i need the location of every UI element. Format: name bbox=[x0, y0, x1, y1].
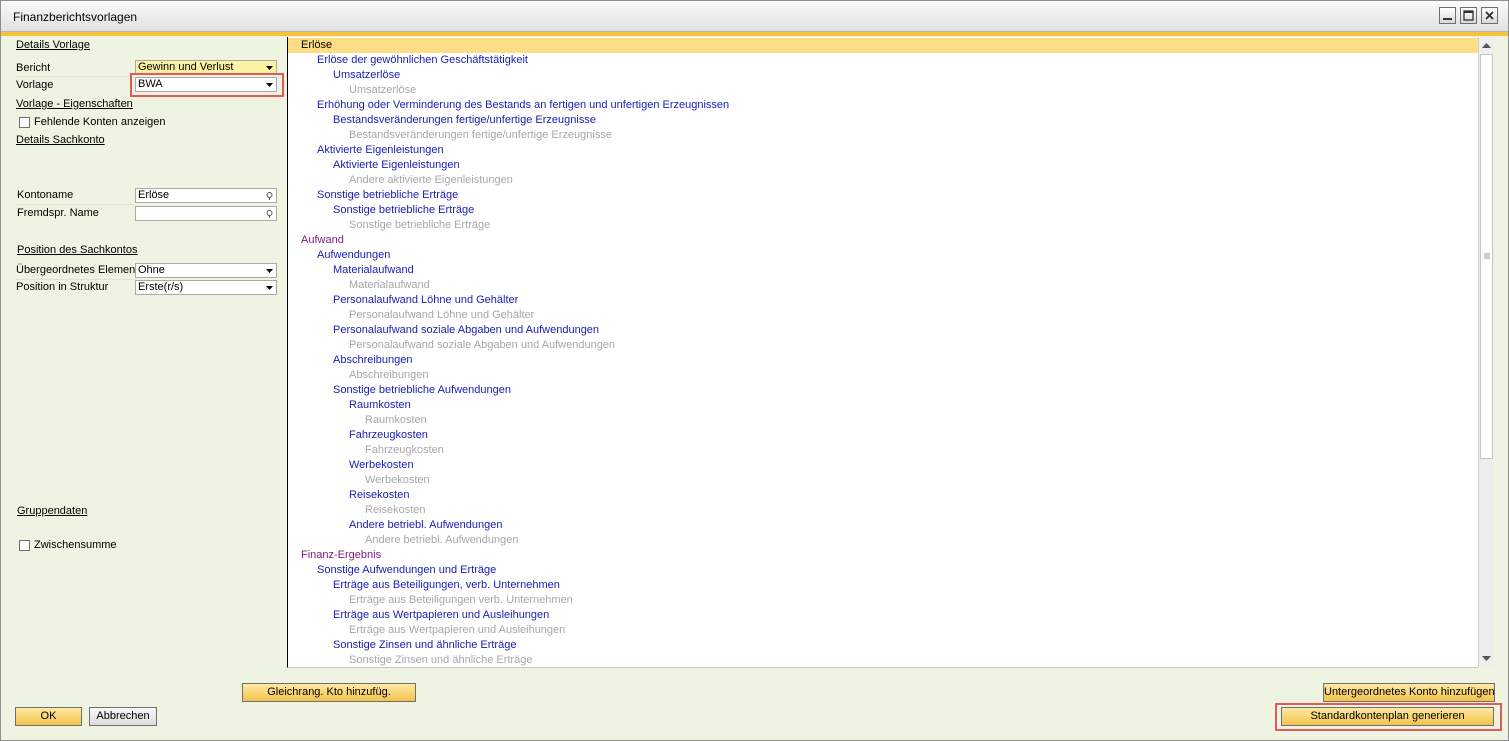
standardkontenplan-highlight-box bbox=[1275, 703, 1502, 731]
fehlende-konten-checkbox[interactable] bbox=[19, 117, 30, 128]
tree-node[interactable]: Reisekosten bbox=[349, 488, 410, 503]
tree-node[interactable]: Erlöse der gewöhnlichen Geschäftstätigke… bbox=[317, 53, 528, 68]
tree-node[interactable]: Finanz-Ergebnis bbox=[301, 548, 381, 563]
account-tree[interactable]: Erlöse Erlöse der gewöhnlichen Geschäftst… bbox=[287, 37, 1478, 668]
close-button[interactable] bbox=[1481, 7, 1498, 24]
position-sachkontos-heading[interactable]: Position des Sachkontos bbox=[17, 244, 137, 256]
tree-node[interactable]: Erhöhung oder Verminderung des Bestands … bbox=[317, 98, 729, 113]
close-icon bbox=[1485, 11, 1494, 20]
maximize-icon bbox=[1463, 10, 1474, 21]
bericht-label: Bericht bbox=[16, 62, 51, 74]
scrollbar-thumb[interactable] bbox=[1480, 54, 1493, 459]
tree-node[interactable]: Sonstige betriebliche Erträge bbox=[349, 218, 490, 233]
ok-button[interactable]: OK bbox=[15, 707, 82, 726]
tree-node[interactable]: Fahrzeugkosten bbox=[365, 443, 444, 458]
minimize-icon bbox=[1443, 18, 1452, 20]
tree-node[interactable]: Umsatzerlöse bbox=[349, 83, 416, 98]
tree-node[interactable]: Personalaufwand Löhne und Gehälter bbox=[333, 293, 518, 308]
tree-node[interactable]: Erträge aus Beteiligungen, verb. Unterne… bbox=[333, 578, 560, 593]
zwischensumme-label: Zwischensumme bbox=[34, 539, 117, 551]
tree-node[interactable]: Sonstige Zinsen und ähnliche Erträge bbox=[333, 638, 516, 653]
tree-node[interactable]: Raumkosten bbox=[349, 398, 411, 413]
tree-node[interactable]: Abschreibungen bbox=[349, 368, 429, 383]
tree-node[interactable]: Andere aktivierte Eigenleistungen bbox=[349, 173, 513, 188]
row-divider bbox=[16, 204, 134, 205]
tree-node[interactable]: Fahrzeugkosten bbox=[349, 428, 428, 443]
uebergeordnet-dropdown[interactable]: Ohne bbox=[135, 263, 277, 278]
fremdspr-label: Fremdspr. Name bbox=[17, 207, 99, 219]
tree-node[interactable]: Sonstige betriebliche Erträge bbox=[333, 203, 474, 218]
tree-node[interactable]: Personalaufwand soziale Abgaben und Aufw… bbox=[333, 323, 599, 338]
tree-node[interactable]: Materialaufwand bbox=[349, 278, 430, 293]
vorlage-label: Vorlage bbox=[16, 79, 54, 91]
tree-node[interactable]: Aktivierte Eigenleistungen bbox=[333, 158, 460, 173]
maximize-button[interactable] bbox=[1460, 7, 1477, 24]
tree-node[interactable]: Erträge aus Wertpapieren und Ausleihunge… bbox=[349, 623, 565, 638]
tree-node[interactable]: Personalaufwand Löhne und Gehälter bbox=[349, 308, 534, 323]
scroll-down-arrow-icon[interactable] bbox=[1481, 655, 1492, 663]
tree-node[interactable]: Sonstige betriebliche Erträge bbox=[317, 188, 458, 203]
fremdspr-input[interactable] bbox=[135, 206, 277, 221]
vorlage-highlight-box bbox=[130, 73, 284, 97]
tree-node[interactable]: Bestandsveränderungen fertige/unfertige … bbox=[349, 128, 612, 143]
link-arrow-icon bbox=[266, 210, 273, 218]
tree-node[interactable]: Sonstige Zinsen und ähnliche Erträge bbox=[349, 653, 532, 667]
tree-node[interactable]: Aufwand bbox=[301, 233, 344, 248]
uebergeordnet-label: Übergeordnetes Element bbox=[16, 264, 139, 276]
tree-node[interactable]: Personalaufwand soziale Abgaben und Aufw… bbox=[349, 338, 615, 353]
tree-node[interactable]: Sonstige Aufwendungen und Erträge bbox=[317, 563, 496, 578]
tree-node[interactable]: Andere betriebl. Aufwendungen bbox=[365, 533, 519, 548]
window-title: Finanzberichtsvorlagen bbox=[13, 10, 138, 24]
tree-node[interactable]: Aufwendungen bbox=[317, 248, 390, 263]
tree-node[interactable]: Andere betriebl. Aufwendungen bbox=[349, 518, 503, 533]
tree-scrollbar[interactable] bbox=[1478, 37, 1494, 667]
vorlage-eigenschaften-heading[interactable]: Vorlage - Eigenschaften bbox=[16, 98, 133, 110]
scroll-up-arrow-icon[interactable] bbox=[1481, 41, 1492, 49]
kontoname-input[interactable]: Erlöse bbox=[135, 188, 277, 203]
accent-bar bbox=[1, 32, 1508, 36]
tree-node[interactable]: Sonstige betriebliche Aufwendungen bbox=[333, 383, 511, 398]
link-arrow-icon bbox=[266, 192, 273, 200]
tree-node[interactable]: Aktivierte Eigenleistungen bbox=[317, 143, 444, 158]
tree-node[interactable]: Abschreibungen bbox=[333, 353, 413, 368]
kontoname-label: Kontoname bbox=[17, 189, 74, 201]
tree-node[interactable]: Reisekosten bbox=[365, 503, 426, 518]
untergeordnet-button[interactable]: Untergeordnetes Konto hinzufügen bbox=[1323, 683, 1495, 702]
gruppendaten-heading[interactable]: Gruppendaten bbox=[17, 505, 87, 517]
tree-node[interactable]: Werbekosten bbox=[349, 458, 414, 473]
details-vorlage-heading[interactable]: Details Vorlage bbox=[16, 39, 90, 51]
tree-node[interactable]: Raumkosten bbox=[365, 413, 427, 428]
tree-node[interactable]: Erträge aus Beteiligungen verb. Unterneh… bbox=[349, 593, 573, 608]
chevron-down-icon bbox=[266, 269, 273, 273]
row-divider bbox=[16, 279, 134, 280]
tree-node[interactable]: Bestandsveränderungen fertige/unfertige … bbox=[333, 113, 596, 128]
position-struktur-label: Position in Struktur bbox=[16, 281, 109, 293]
abbrechen-button[interactable]: Abbrechen bbox=[89, 707, 157, 726]
selected-row-highlight bbox=[288, 38, 1478, 53]
uebergeordnet-value: Ohne bbox=[138, 264, 165, 276]
grip-icon bbox=[1484, 253, 1490, 259]
kontoname-value: Erlöse bbox=[138, 189, 170, 201]
minimize-button[interactable] bbox=[1439, 7, 1456, 24]
position-struktur-value: Erste(r/s) bbox=[138, 281, 184, 293]
fehlende-konten-label: Fehlende Konten anzeigen bbox=[34, 116, 166, 128]
chevron-down-icon bbox=[266, 286, 273, 290]
tree-node[interactable]: Werbekosten bbox=[365, 473, 430, 488]
tree-node[interactable]: Erlöse bbox=[301, 38, 332, 53]
window: Finanzberichtsvorlagen Details Vorlage B… bbox=[0, 0, 1509, 741]
tree-node[interactable]: Erträge aus Wertpapieren und Ausleihunge… bbox=[333, 608, 549, 623]
tree-node[interactable]: Umsatzerlöse bbox=[333, 68, 400, 83]
gleichrang-button[interactable]: Gleichrang. Kto hinzufüg. bbox=[242, 683, 416, 702]
bericht-value: Gewinn und Verlust bbox=[138, 61, 234, 73]
title-bar: Finanzberichtsvorlagen bbox=[1, 1, 1508, 32]
tree-node[interactable]: Materialaufwand bbox=[333, 263, 414, 278]
chevron-down-icon bbox=[266, 66, 273, 70]
position-struktur-dropdown[interactable]: Erste(r/s) bbox=[135, 280, 277, 295]
row-divider bbox=[16, 76, 134, 77]
zwischensumme-checkbox[interactable] bbox=[19, 540, 30, 551]
details-sachkonto-heading[interactable]: Details Sachkonto bbox=[16, 134, 105, 146]
